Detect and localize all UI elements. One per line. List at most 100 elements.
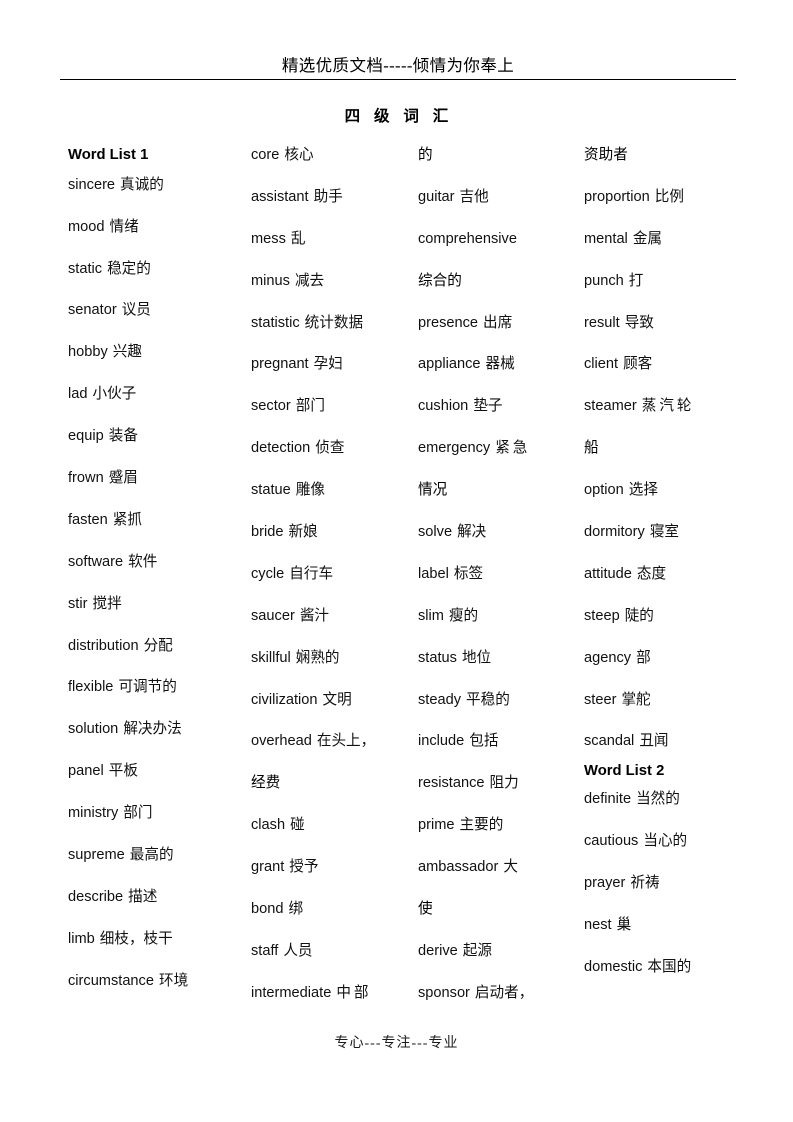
vocabulary-entry: cautious 当心的 [584,834,754,849]
entry-translation: 解决 [457,524,487,541]
word-list-heading: Word List 1 [68,147,149,163]
vocabulary-entry: comprehensive [418,230,583,247]
entry-translation: 选择 [628,482,658,499]
entry-word: ministry [68,805,119,822]
vocabulary-entry: ambassador 大 [418,860,583,875]
entry-translation: 统计数据 [304,314,364,331]
entry-word: core [251,147,280,163]
vocabulary-entry: minus 减去 [251,272,417,289]
entry-translation: 金属 [632,230,663,247]
entry-word: staff [251,942,279,959]
entry-translation: 紧急 [495,440,531,457]
entry-translation: 自行车 [289,565,334,582]
entry-translation: 可调节的 [118,679,177,696]
header-divider [60,79,736,81]
entry-word: equip [68,428,104,445]
vocabulary-entry: prime 主要的 [418,818,583,833]
entry-word: minus [251,272,290,289]
entry-translation: 助手 [313,188,343,205]
vocabulary-entry: label 标签 [418,567,583,582]
entry-word: domestic [584,958,643,975]
entry-translation: 文明 [322,691,352,708]
entry-translation: 包括 [469,733,499,750]
vocabulary-entry: mood 情绪 [68,218,250,235]
entry-translation: 平稳的 [466,691,510,708]
entry-translation: 打 [628,272,644,289]
vocabulary-entry: distribution 分配 [68,638,250,654]
entry-word: civilization [251,691,318,708]
entry-translation: 蹙眉 [108,470,138,487]
entry-word: grant [251,859,285,876]
entry-word: sincere [68,176,116,193]
entry-word: emergency [418,440,491,457]
vocabulary-entry: civilization 文明 [251,691,417,708]
entry-word: attitude [584,565,632,582]
entry-translation: 稳定的 [107,260,151,277]
header-banner-text: 精选优质文档-----倾情为你奉上 [281,56,515,75]
entry-word: punch [584,272,624,289]
entry-translation: 部门 [123,805,153,822]
entry-word: mood [68,218,105,235]
entry-translation: 雕像 [295,482,325,499]
entry-translation-continued: 经费 [251,775,281,792]
entry-word: steer [584,691,617,708]
entry-word: include [418,733,465,750]
vocabulary-entry: intermediate 中部 [251,986,417,1001]
entry-word: clash [251,817,286,834]
vocabulary-entry: solve 解决 [418,525,583,540]
vocabulary-entry: bond 绑 [251,902,417,917]
entry-translation: 本国的 [647,958,692,975]
vocabulary-entry: supreme 最高的 [68,848,250,863]
entry-translation: 乱 [290,230,306,247]
entry-translation: 祈祷 [630,874,660,891]
entry-word: option [584,482,624,499]
entry-word: prime [418,817,455,834]
entry-translation: 中部 [336,984,372,1001]
entry-translation: 碰 [290,817,305,834]
entry-word: comprehensive [418,230,517,247]
entry-word: hobby [68,344,108,361]
vocabulary-entry: describe 描述 [68,890,250,905]
entry-word: client [584,356,619,373]
entry-translation: 掌舵 [621,691,651,708]
vocabulary-entry: agency 部 [584,649,754,666]
entry-translation: 地位 [461,649,492,666]
entry-word: slim [418,607,444,624]
entry-translation-continued: 综合的 [418,272,462,289]
vocabulary-entry: frown 蹙眉 [68,471,250,486]
entry-translation: 兴趣 [112,344,142,361]
vocabulary-entry: core 核心 [251,148,417,163]
vocabulary-entry: slim 瘦的 [418,607,583,624]
vocabulary-entry: definite 当然的 [584,792,754,807]
entry-translation: 娴熟的 [295,649,340,666]
entry-word: scandal [584,733,635,750]
vocabulary-entry: grant 授予 [251,860,417,875]
entry-word: static [68,260,103,277]
vocabulary-entry: mess 乱 [251,230,417,247]
vocabulary-column-2: core 核心 assistant 助手 mess 乱 minus 减去 statistic 统计… [251,148,417,1028]
vocabulary-entry: saucer 酱汁 [251,608,417,624]
vocabulary-entry: cycle 自行车 [251,567,417,582]
vocabulary-entry: solution 解决办法 [68,722,250,737]
entry-translation-carryover: 资助者 [584,147,628,163]
entry-translation: 议员 [121,302,151,319]
entry-translation: 描述 [128,888,158,905]
vocabulary-entry: steep 陡的 [584,608,754,624]
entry-word: bride [251,524,284,541]
entry-word: agency [584,649,632,666]
word-list-heading: Word List 2 [584,763,665,780]
entry-word: cautious [584,833,639,850]
vocabulary-entry: steamer 蒸汽轮 [584,399,754,414]
entry-translation: 蒸汽轮 [641,398,695,415]
vocabulary-entry: resistance 阻力 [418,776,583,791]
entry-word: ambassador [418,859,499,876]
entry-translation: 最高的 [129,847,174,864]
vocabulary-entry: clash 碰 [251,818,417,833]
entry-word: status [418,649,457,666]
entry-translation: 在头上， [316,733,376,750]
entry-word: circumstance [68,972,154,989]
vocabulary-entry: nest 巢 [584,918,754,933]
entry-translation: 孕妇 [313,356,343,373]
vocabulary-entry: flexible 可调节的 [68,680,250,695]
entry-word: senator [68,302,117,319]
